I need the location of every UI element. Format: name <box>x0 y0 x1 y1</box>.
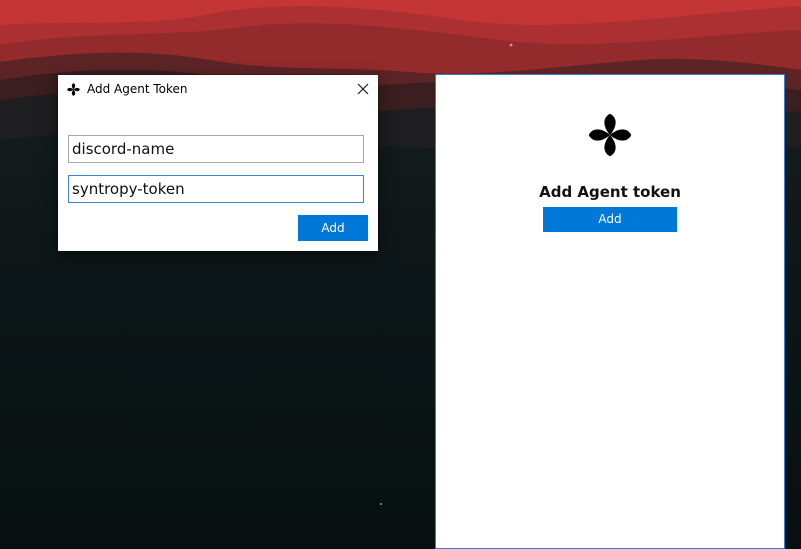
dialog-titlebar[interactable]: Add Agent Token <box>58 75 378 104</box>
discord-name-input[interactable]: discord-name <box>68 135 364 163</box>
panel-add-button[interactable]: Add <box>543 207 677 232</box>
clover-icon <box>588 113 632 157</box>
dialog-add-button[interactable]: Add <box>298 215 368 241</box>
add-agent-token-dialog: Add Agent Token discord-name syntropy-to… <box>58 75 378 251</box>
dialog-title: Add Agent Token <box>87 82 188 96</box>
panel-heading: Add Agent token <box>539 183 681 201</box>
clover-icon <box>67 83 80 96</box>
close-button[interactable] <box>348 75 378 104</box>
close-icon <box>357 83 369 95</box>
desktop: Add Agent Token discord-name syntropy-to… <box>0 0 801 549</box>
add-agent-token-panel: Add Agent token Add <box>435 74 785 549</box>
syntropy-token-input[interactable]: syntropy-token <box>68 175 364 203</box>
